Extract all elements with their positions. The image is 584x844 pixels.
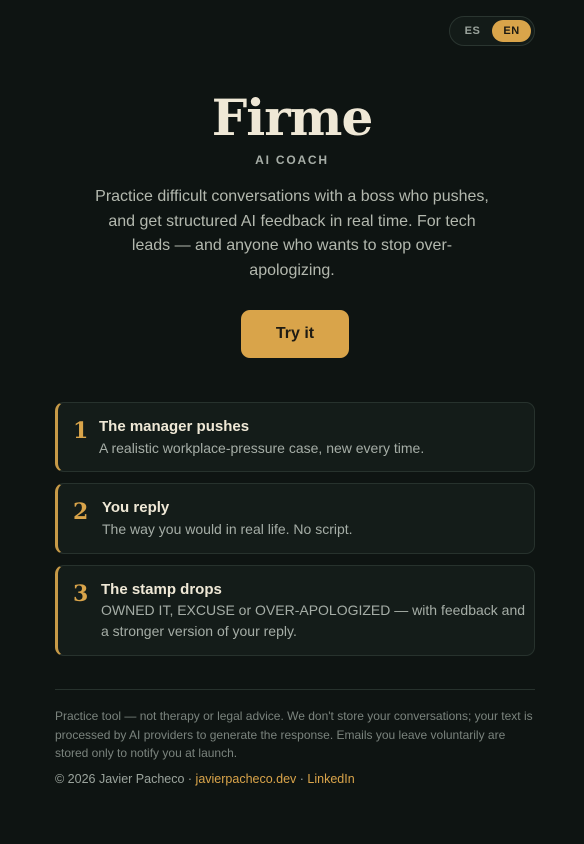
footer-divider — [55, 689, 535, 690]
footer-credits: © 2026 Javier Pacheco · javierpacheco.de… — [55, 772, 535, 786]
app-title: Firme — [211, 88, 374, 147]
step-title: You reply — [102, 499, 170, 516]
linkedin-link[interactable]: LinkedIn — [307, 772, 354, 786]
copyright-text: © 2026 Javier Pacheco · — [55, 772, 196, 786]
footer-separator: · — [296, 772, 308, 786]
lang-es-button[interactable]: ES — [453, 20, 492, 42]
language-toggle[interactable]: ES EN — [449, 16, 535, 46]
step-title: The stamp drops — [101, 581, 222, 598]
step-title: The manager pushes — [99, 418, 250, 435]
step-number: 2 — [73, 499, 89, 525]
step-number: 3 — [73, 581, 89, 607]
step-card-3: 3 The stamp drops OWNED IT, EXCUSE or OV… — [55, 565, 535, 656]
disclaimer-text: Practice tool — not therapy or legal adv… — [55, 709, 533, 760]
lang-en-button[interactable]: EN — [492, 20, 531, 42]
website-link[interactable]: javierpacheco.dev — [196, 772, 297, 786]
step-number: 1 — [73, 418, 89, 444]
step-card-2: 2 You reply The way you would in real li… — [55, 483, 535, 554]
step-description: A realistic workplace-pressure case, new… — [99, 440, 425, 456]
try-it-button[interactable]: Try it — [241, 310, 349, 358]
step-card-1: 1 The manager pushes A realistic workpla… — [55, 402, 535, 472]
app-subtitle: AI COACH — [255, 153, 329, 167]
tagline: Practice difficult conversations with a … — [95, 188, 489, 279]
step-description: The way you would in real life. No scrip… — [102, 521, 353, 537]
step-description: OWNED IT, EXCUSE or OVER-APOLOGIZED — wi… — [101, 602, 526, 639]
